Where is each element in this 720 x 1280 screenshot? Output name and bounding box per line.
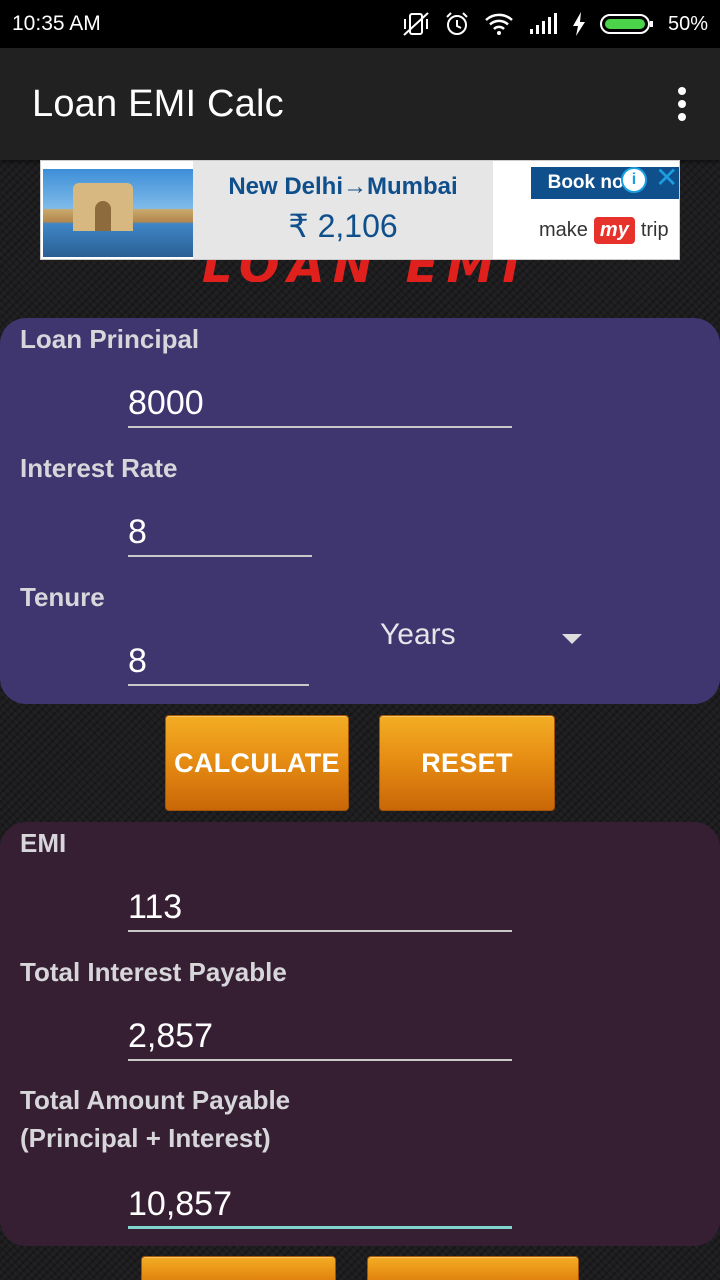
charging-icon xyxy=(572,12,585,36)
battery-percent: 50% xyxy=(667,12,708,35)
dropdown-caret-icon xyxy=(562,634,582,644)
ad-route: New Delhi→Mumbai xyxy=(228,173,458,200)
battery-icon xyxy=(599,14,653,34)
alarm-icon xyxy=(446,12,468,35)
ad-close-icon[interactable]: ✕ xyxy=(655,163,678,193)
app-bar: Loan EMI Calc xyxy=(0,48,720,160)
tenure-unit-value: Years xyxy=(380,618,456,651)
tenure-label: Tenure xyxy=(20,582,105,612)
ad-brand-make: make xyxy=(539,219,588,241)
emi-label: EMI xyxy=(20,828,67,858)
ad-banner[interactable]: New Delhi→Mumbai ₹ 2,106 Book now i ✕ ma… xyxy=(40,160,680,260)
status-icons: 50% xyxy=(402,11,708,37)
bottom-button-left[interactable] xyxy=(141,1256,336,1280)
signal-icon xyxy=(529,13,557,34)
interest-rate-label: Interest Rate xyxy=(20,453,178,483)
total-interest-label: Total Interest Payable xyxy=(20,957,287,987)
ad-brand-logo: make my trip xyxy=(539,217,669,244)
status-time: 10:35 AM xyxy=(12,12,101,35)
results-panel: EMI 113 Total Interest Payable 2,857 Tot… xyxy=(0,822,720,1246)
overflow-menu-icon[interactable] xyxy=(662,74,702,134)
principal-label: Loan Principal xyxy=(20,324,200,354)
input-panel: Loan Principal 8000 Interest Rate 8 Tenu… xyxy=(0,318,720,704)
total-interest-output[interactable]: 2,857 xyxy=(128,1013,512,1061)
ad-cta-area: Book now i ✕ make my trip xyxy=(493,161,679,259)
tenure-input[interactable]: 8 xyxy=(128,638,309,686)
total-amount-output[interactable]: 10,857 xyxy=(128,1181,512,1229)
ad-brand-my: my xyxy=(593,217,635,244)
interest-rate-input[interactable]: 8 xyxy=(128,509,312,557)
ad-image xyxy=(43,169,193,257)
bottom-button-right[interactable] xyxy=(367,1256,579,1280)
status-bar: 10:35 AM 50% xyxy=(0,0,720,48)
reset-button[interactable]: RESET xyxy=(379,715,555,811)
ad-price: ₹ 2,106 xyxy=(288,208,398,244)
tenure-unit-select[interactable]: Years xyxy=(380,618,590,662)
total-amount-sublabel: (Principal + Interest) xyxy=(20,1123,271,1153)
ad-brand-trip: trip xyxy=(640,219,669,241)
total-amount-label: Total Amount Payable xyxy=(20,1085,291,1115)
ad-gateway-picture xyxy=(73,183,133,231)
emi-output[interactable]: 113 xyxy=(128,884,512,932)
app-title: Loan EMI Calc xyxy=(32,82,284,125)
principal-input[interactable]: 8000 xyxy=(128,380,512,428)
ad-offer: New Delhi→Mumbai ₹ 2,106 xyxy=(193,161,493,259)
wifi-icon xyxy=(485,13,513,35)
calculate-button[interactable]: CALCULATE xyxy=(165,715,349,811)
vibrate-off-icon xyxy=(403,12,429,36)
ad-info-icon[interactable]: i xyxy=(621,167,647,193)
